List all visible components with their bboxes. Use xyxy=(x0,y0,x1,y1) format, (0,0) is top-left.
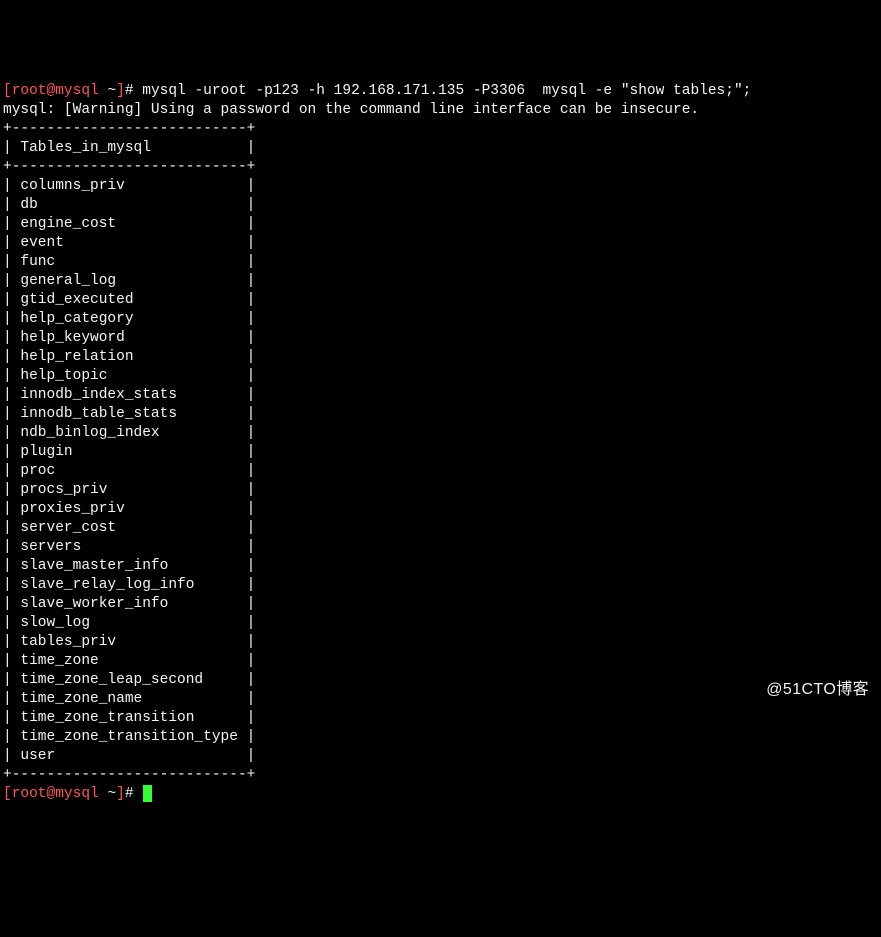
next-prompt-symbol: # xyxy=(125,786,134,802)
table-row: | engine_cost | xyxy=(3,215,881,234)
table-cell: db xyxy=(20,197,238,213)
table-row: | ndb_binlog_index | xyxy=(3,424,881,443)
next-prompt-space xyxy=(99,786,108,802)
table-header-row: | Tables_in_mysql | xyxy=(3,139,881,158)
table-cell: tables_priv xyxy=(20,634,238,650)
table-cell: gtid_executed xyxy=(20,292,238,308)
table-row: | func | xyxy=(3,253,881,272)
table-cell: engine_cost xyxy=(20,216,238,232)
table-cell: help_topic xyxy=(20,368,238,384)
table-row: | innodb_index_stats | xyxy=(3,386,881,405)
table-row: | slave_worker_info | xyxy=(3,595,881,614)
table-border-top: +---------------------------+ xyxy=(3,120,881,139)
cursor-icon xyxy=(143,785,152,802)
table-cell: ndb_binlog_index xyxy=(20,425,238,441)
table-row: | help_category | xyxy=(3,310,881,329)
prompt-path: ~ xyxy=(107,83,116,99)
next-prompt-user: root xyxy=(12,786,47,802)
table-cell: general_log xyxy=(20,273,238,289)
table-header-text: Tables_in_mysql xyxy=(20,140,151,156)
table-cell: server_cost xyxy=(20,520,238,536)
table-row: | help_keyword | xyxy=(3,329,881,348)
table-row: | servers | xyxy=(3,538,881,557)
table-cell: innodb_index_stats xyxy=(20,387,238,403)
table-cell: time_zone_leap_second xyxy=(20,672,238,688)
table-row: | plugin | xyxy=(3,443,881,462)
table-border-bottom: +---------------------------+ xyxy=(3,766,881,785)
table-cell: help_category xyxy=(20,311,238,327)
table-cell: slave_relay_log_info xyxy=(20,577,238,593)
watermark: @51CTO博客 xyxy=(766,680,869,699)
prompt-at: @ xyxy=(47,83,56,99)
table-cell: time_zone_name xyxy=(20,691,238,707)
next-prompt-host: mysql xyxy=(55,786,99,802)
table-border-mid: +---------------------------+ xyxy=(3,158,881,177)
table-cell: procs_priv xyxy=(20,482,238,498)
pad xyxy=(151,140,238,156)
table-cell: time_zone_transition_type xyxy=(20,729,238,745)
next-prompt-open: [ xyxy=(3,786,12,802)
table-row: | help_relation | xyxy=(3,348,881,367)
table-row: | slave_relay_log_info | xyxy=(3,576,881,595)
table-row: | time_zone_transition_type | xyxy=(3,728,881,747)
table-cell: func xyxy=(20,254,238,270)
table-row: | general_log | xyxy=(3,272,881,291)
table-cell: slave_master_info xyxy=(20,558,238,574)
table-cell: columns_priv xyxy=(20,178,238,194)
table-cell: time_zone xyxy=(20,653,238,669)
table-row: | time_zone_name | xyxy=(3,690,881,709)
prompt-close: ] xyxy=(116,83,125,99)
prompt-symbol: # xyxy=(125,83,134,99)
table-row: | proc | xyxy=(3,462,881,481)
table-row: | user | xyxy=(3,747,881,766)
table-row: | slow_log | xyxy=(3,614,881,633)
table-cell: slave_worker_info xyxy=(20,596,238,612)
table-row: | time_zone | xyxy=(3,652,881,671)
table-row: | db | xyxy=(3,196,881,215)
table-row: | server_cost | xyxy=(3,519,881,538)
table-cell: user xyxy=(20,748,238,764)
prompt-user: root xyxy=(12,83,47,99)
table-row: | gtid_executed | xyxy=(3,291,881,310)
table-cell: event xyxy=(20,235,238,251)
command-line[interactable]: [root@mysql ~]# mysql -uroot -p123 -h 19… xyxy=(3,82,881,101)
table-row: | time_zone_leap_second | xyxy=(3,671,881,690)
table-cell: servers xyxy=(20,539,238,555)
table-cell: proc xyxy=(20,463,238,479)
table-row: | event | xyxy=(3,234,881,253)
table-row: | slave_master_info | xyxy=(3,557,881,576)
next-prompt-at: @ xyxy=(47,786,56,802)
table-cell: time_zone_transition xyxy=(20,710,238,726)
table-cell: slow_log xyxy=(20,615,238,631)
next-prompt-close: ] xyxy=(116,786,125,802)
table-cell: proxies_priv xyxy=(20,501,238,517)
table-row: | help_topic | xyxy=(3,367,881,386)
next-prompt-path: ~ xyxy=(107,786,116,802)
table-row: | procs_priv | xyxy=(3,481,881,500)
warning-line: mysql: [Warning] Using a password on the… xyxy=(3,101,881,120)
table-row: | tables_priv | xyxy=(3,633,881,652)
table-row: | columns_priv | xyxy=(3,177,881,196)
table-cell: help_relation xyxy=(20,349,238,365)
table-cell: plugin xyxy=(20,444,238,460)
table-row: | proxies_priv | xyxy=(3,500,881,519)
next-prompt-line[interactable]: [root@mysql ~]# xyxy=(3,785,881,804)
table-cell: innodb_table_stats xyxy=(20,406,238,422)
table-row: | time_zone_transition | xyxy=(3,709,881,728)
prompt-open: [ xyxy=(3,83,12,99)
command-text: mysql -uroot -p123 -h 192.168.171.135 -P… xyxy=(142,83,751,99)
table-row: | innodb_table_stats | xyxy=(3,405,881,424)
prompt-host: mysql xyxy=(55,83,99,99)
table-cell: help_keyword xyxy=(20,330,238,346)
